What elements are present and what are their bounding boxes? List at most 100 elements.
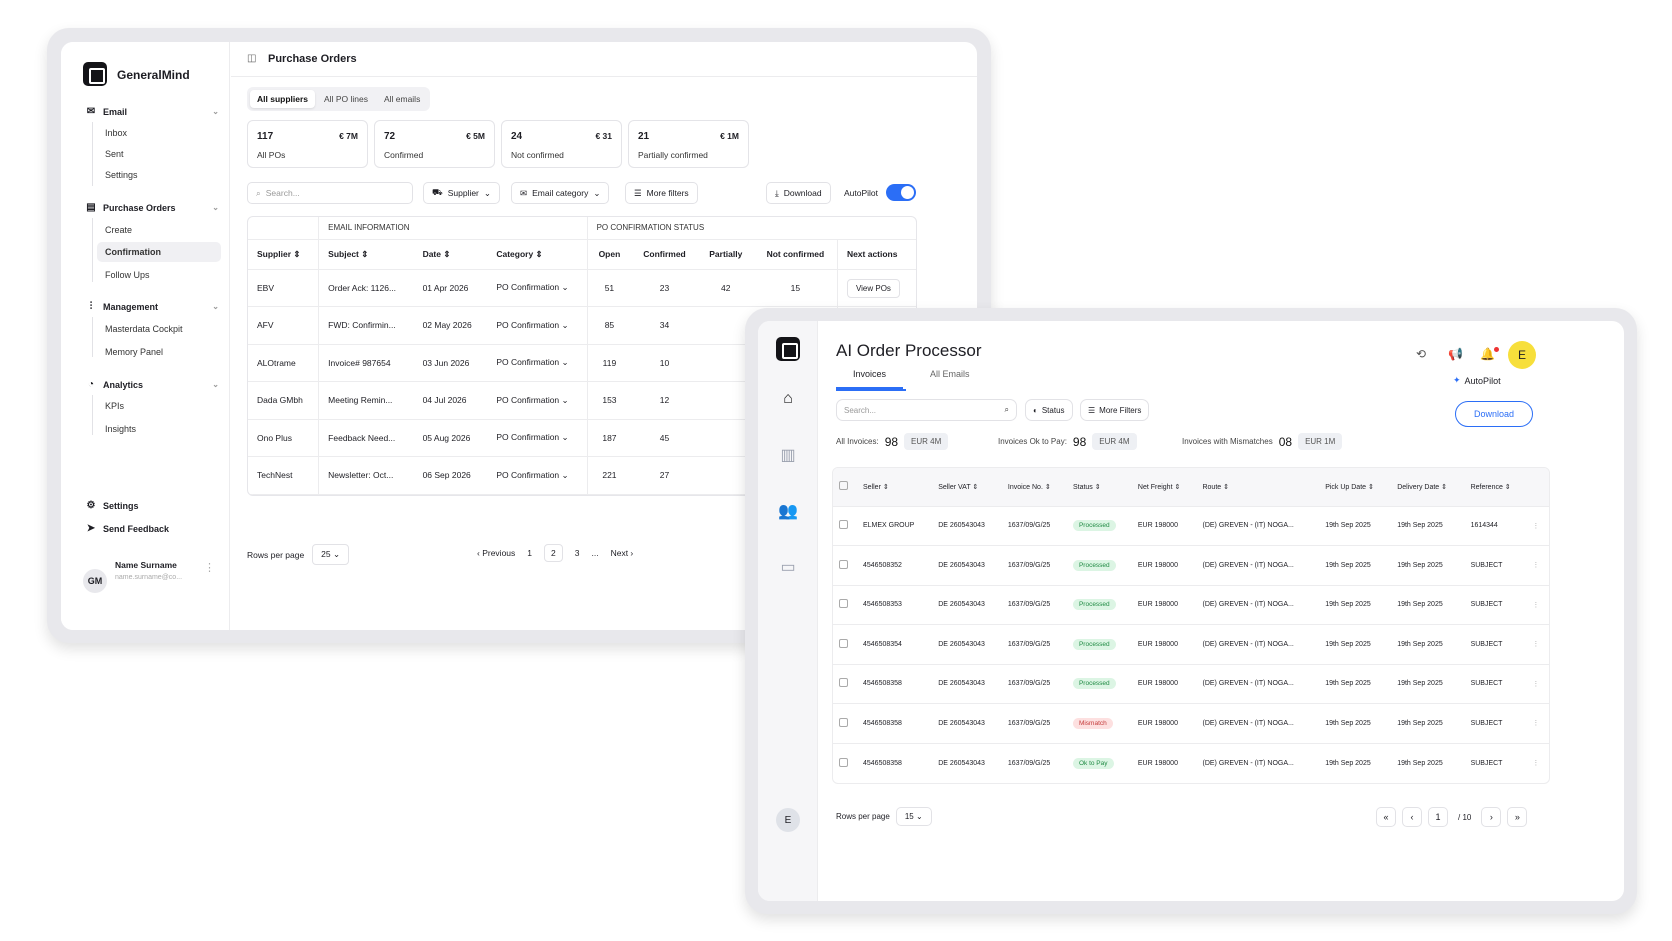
nav-item-masterdata-cockpit[interactable]: Masterdata Cockpit	[105, 324, 183, 334]
cell-category[interactable]: PO Confirmation ⌄	[487, 344, 588, 382]
cell-category[interactable]: PO Confirmation ⌄	[487, 381, 588, 420]
col-header[interactable]: Route ⇕	[1196, 468, 1320, 506]
next-page-button[interactable]: Next ›	[611, 548, 634, 558]
nav-item-insights[interactable]: Insights	[105, 424, 136, 434]
chevron-down-icon[interactable]: ⌄	[559, 282, 569, 292]
nav-item-confirmation[interactable]: Confirmation	[97, 242, 221, 262]
page-2-button[interactable]: 2	[544, 544, 563, 562]
cell-category[interactable]: PO Confirmation ⌄	[487, 456, 588, 495]
row-menu-icon[interactable]: ⋮	[1526, 663, 1549, 704]
col-header[interactable]: Seller VAT ⇕	[932, 468, 1002, 506]
nav-item-email-settings[interactable]: Settings	[105, 170, 138, 180]
bell-icon[interactable]: 🔔	[1480, 347, 1495, 361]
table-row[interactable]: 4546508353 DE 260543043 1637/09/G/25 Proces…	[833, 584, 1549, 625]
table-row[interactable]: ELMEX GROUP DE 260543043 1637/09/G/25 Proce…	[833, 505, 1549, 546]
rows-per-page-select[interactable]: 25 ⌄	[312, 544, 350, 565]
supplier-filter[interactable]: ⛟ Supplier ⌄	[423, 182, 501, 204]
row-checkbox[interactable]	[839, 559, 848, 569]
more-filters-button[interactable]: ☰ More filters	[625, 182, 698, 204]
tab-all-emails[interactable]: All Emails	[903, 369, 970, 389]
view-pos-button[interactable]: View POs	[846, 278, 900, 298]
users-icon[interactable]: 👥	[777, 500, 799, 522]
cell-category[interactable]: PO Confirmation ⌄	[487, 306, 588, 345]
row-menu-icon[interactable]: ⋮	[1526, 505, 1549, 546]
row-checkbox[interactable]	[839, 678, 848, 688]
nav-item-follow-ups[interactable]: Follow Ups	[105, 270, 150, 280]
col-header[interactable]: Invoice No. ⇕	[1001, 468, 1067, 506]
col-header[interactable]: Net Freight ⇕	[1131, 468, 1197, 506]
nav-send-feedback[interactable]: ➤ Send Feedback	[85, 523, 219, 534]
page-3-button[interactable]: 3	[575, 548, 580, 558]
search-input[interactable]: Search... ⌕	[836, 399, 1017, 421]
download-button[interactable]: ⤓ Download	[766, 182, 831, 204]
chevron-down-icon[interactable]: ⌄	[559, 357, 569, 367]
megaphone-icon[interactable]: 📢	[1448, 347, 1463, 361]
nav-settings[interactable]: ⚙ Settings	[85, 500, 219, 511]
current-page-input[interactable]: 1	[1428, 807, 1448, 827]
col-header[interactable]: Status ⇕	[1066, 468, 1132, 506]
table-row[interactable]: 4546508354 DE 260543043 1637/09/G/25 Proces…	[833, 624, 1549, 664]
previous-page-button[interactable]: ‹	[1402, 807, 1422, 827]
tab-all-po-lines[interactable]: All PO lines	[317, 90, 375, 108]
chevron-down-icon[interactable]: ⌄	[559, 432, 569, 442]
row-menu-icon[interactable]: ⋮	[1526, 703, 1549, 743]
search-input[interactable]: ⌕ Search...	[247, 182, 413, 204]
rows-per-page-select[interactable]: 15 ⌄	[895, 807, 932, 826]
stat-card-all-pos[interactable]: 117 € 7M All POs	[247, 120, 368, 168]
col-date[interactable]: Date ⇕	[413, 239, 488, 270]
nav-management[interactable]: ⫶ Management ⌄	[85, 301, 219, 312]
row-checkbox[interactable]	[839, 638, 848, 648]
brand-logo-icon[interactable]	[776, 337, 800, 361]
panel-icon[interactable]: ◫	[247, 53, 256, 64]
user-menu-icon[interactable]: ⋮	[204, 561, 215, 574]
autopilot-toggle[interactable]	[886, 184, 916, 201]
row-checkbox[interactable]	[839, 520, 848, 530]
select-all-checkbox[interactable]	[839, 481, 848, 491]
table-row[interactable]: EBV Order Ack: 1126... 01 Apr 2026 PO Confi…	[248, 269, 916, 307]
download-button[interactable]: Download	[1455, 401, 1533, 427]
nav-item-memory-panel[interactable]: Memory Panel	[105, 347, 163, 357]
cell-category[interactable]: PO Confirmation ⌄	[487, 269, 588, 307]
row-checkbox[interactable]	[839, 757, 848, 767]
tab-all-emails[interactable]: All emails	[377, 90, 427, 108]
nav-item-sent[interactable]: Sent	[105, 149, 124, 159]
stat-card-not-confirmed[interactable]: 24 € 31 Not confirmed	[501, 120, 622, 168]
chevron-down-icon[interactable]: ⌄	[559, 470, 569, 480]
chevron-down-icon[interactable]: ⌄	[559, 320, 569, 330]
row-menu-icon[interactable]: ⋮	[1526, 545, 1549, 585]
tab-invoices[interactable]: Invoices	[836, 369, 904, 389]
next-page-button[interactable]: ›	[1481, 807, 1502, 827]
cell-category[interactable]: PO Confirmation ⌄	[487, 419, 588, 457]
nav-purchase-orders[interactable]: ▤ Purchase Orders ⌄	[85, 202, 219, 213]
tab-all-suppliers[interactable]: All suppliers	[250, 90, 316, 108]
stat-card-confirmed[interactable]: 72 € 5M Confirmed	[374, 120, 495, 168]
row-checkbox[interactable]	[839, 599, 848, 609]
col-header[interactable]: Seller ⇕	[857, 468, 933, 506]
nav-item-create[interactable]: Create	[105, 225, 132, 235]
col-header[interactable]: Pick Up Date ⇕	[1319, 468, 1392, 506]
avatar[interactable]: GM	[83, 569, 107, 593]
previous-page-button[interactable]: ‹ Previous	[477, 548, 515, 558]
avatar[interactable]: E	[776, 808, 800, 832]
autopilot-indicator[interactable]: ✦ AutoPilot	[1453, 375, 1501, 386]
email-category-filter[interactable]: ✉ Email category ⌄	[511, 182, 610, 204]
col-supplier[interactable]: Supplier ⇕	[248, 239, 319, 270]
row-menu-icon[interactable]: ⋮	[1526, 584, 1549, 625]
table-row[interactable]: 4546508358 DE 260543043 1637/09/G/25 Proces…	[833, 663, 1549, 704]
user-avatar[interactable]: E	[1508, 341, 1536, 369]
nav-email[interactable]: ✉ Email ⌄	[85, 106, 219, 117]
credit-card-icon[interactable]: ▭	[777, 556, 799, 578]
history-icon[interactable]: ⟲	[1416, 347, 1426, 361]
status-filter[interactable]: ◐ Status	[1025, 399, 1073, 421]
nav-item-kpis[interactable]: KPIs	[105, 401, 124, 411]
nav-item-inbox[interactable]: Inbox	[105, 128, 127, 138]
row-menu-icon[interactable]: ⋮	[1526, 624, 1549, 664]
row-menu-icon[interactable]: ⋮	[1526, 742, 1549, 783]
chevron-down-icon[interactable]: ⌄	[559, 395, 569, 405]
row-checkbox[interactable]	[839, 717, 848, 727]
home-icon[interactable]: ⌂	[777, 388, 799, 410]
bar-chart-icon[interactable]: ▥	[777, 444, 799, 466]
table-row[interactable]: 4546508352 DE 260543043 1637/09/G/25 Proces…	[833, 545, 1549, 585]
page-1-button[interactable]: 1	[527, 548, 532, 558]
stat-card-partially-confirmed[interactable]: 21 € 1M Partially confirmed	[628, 120, 749, 168]
